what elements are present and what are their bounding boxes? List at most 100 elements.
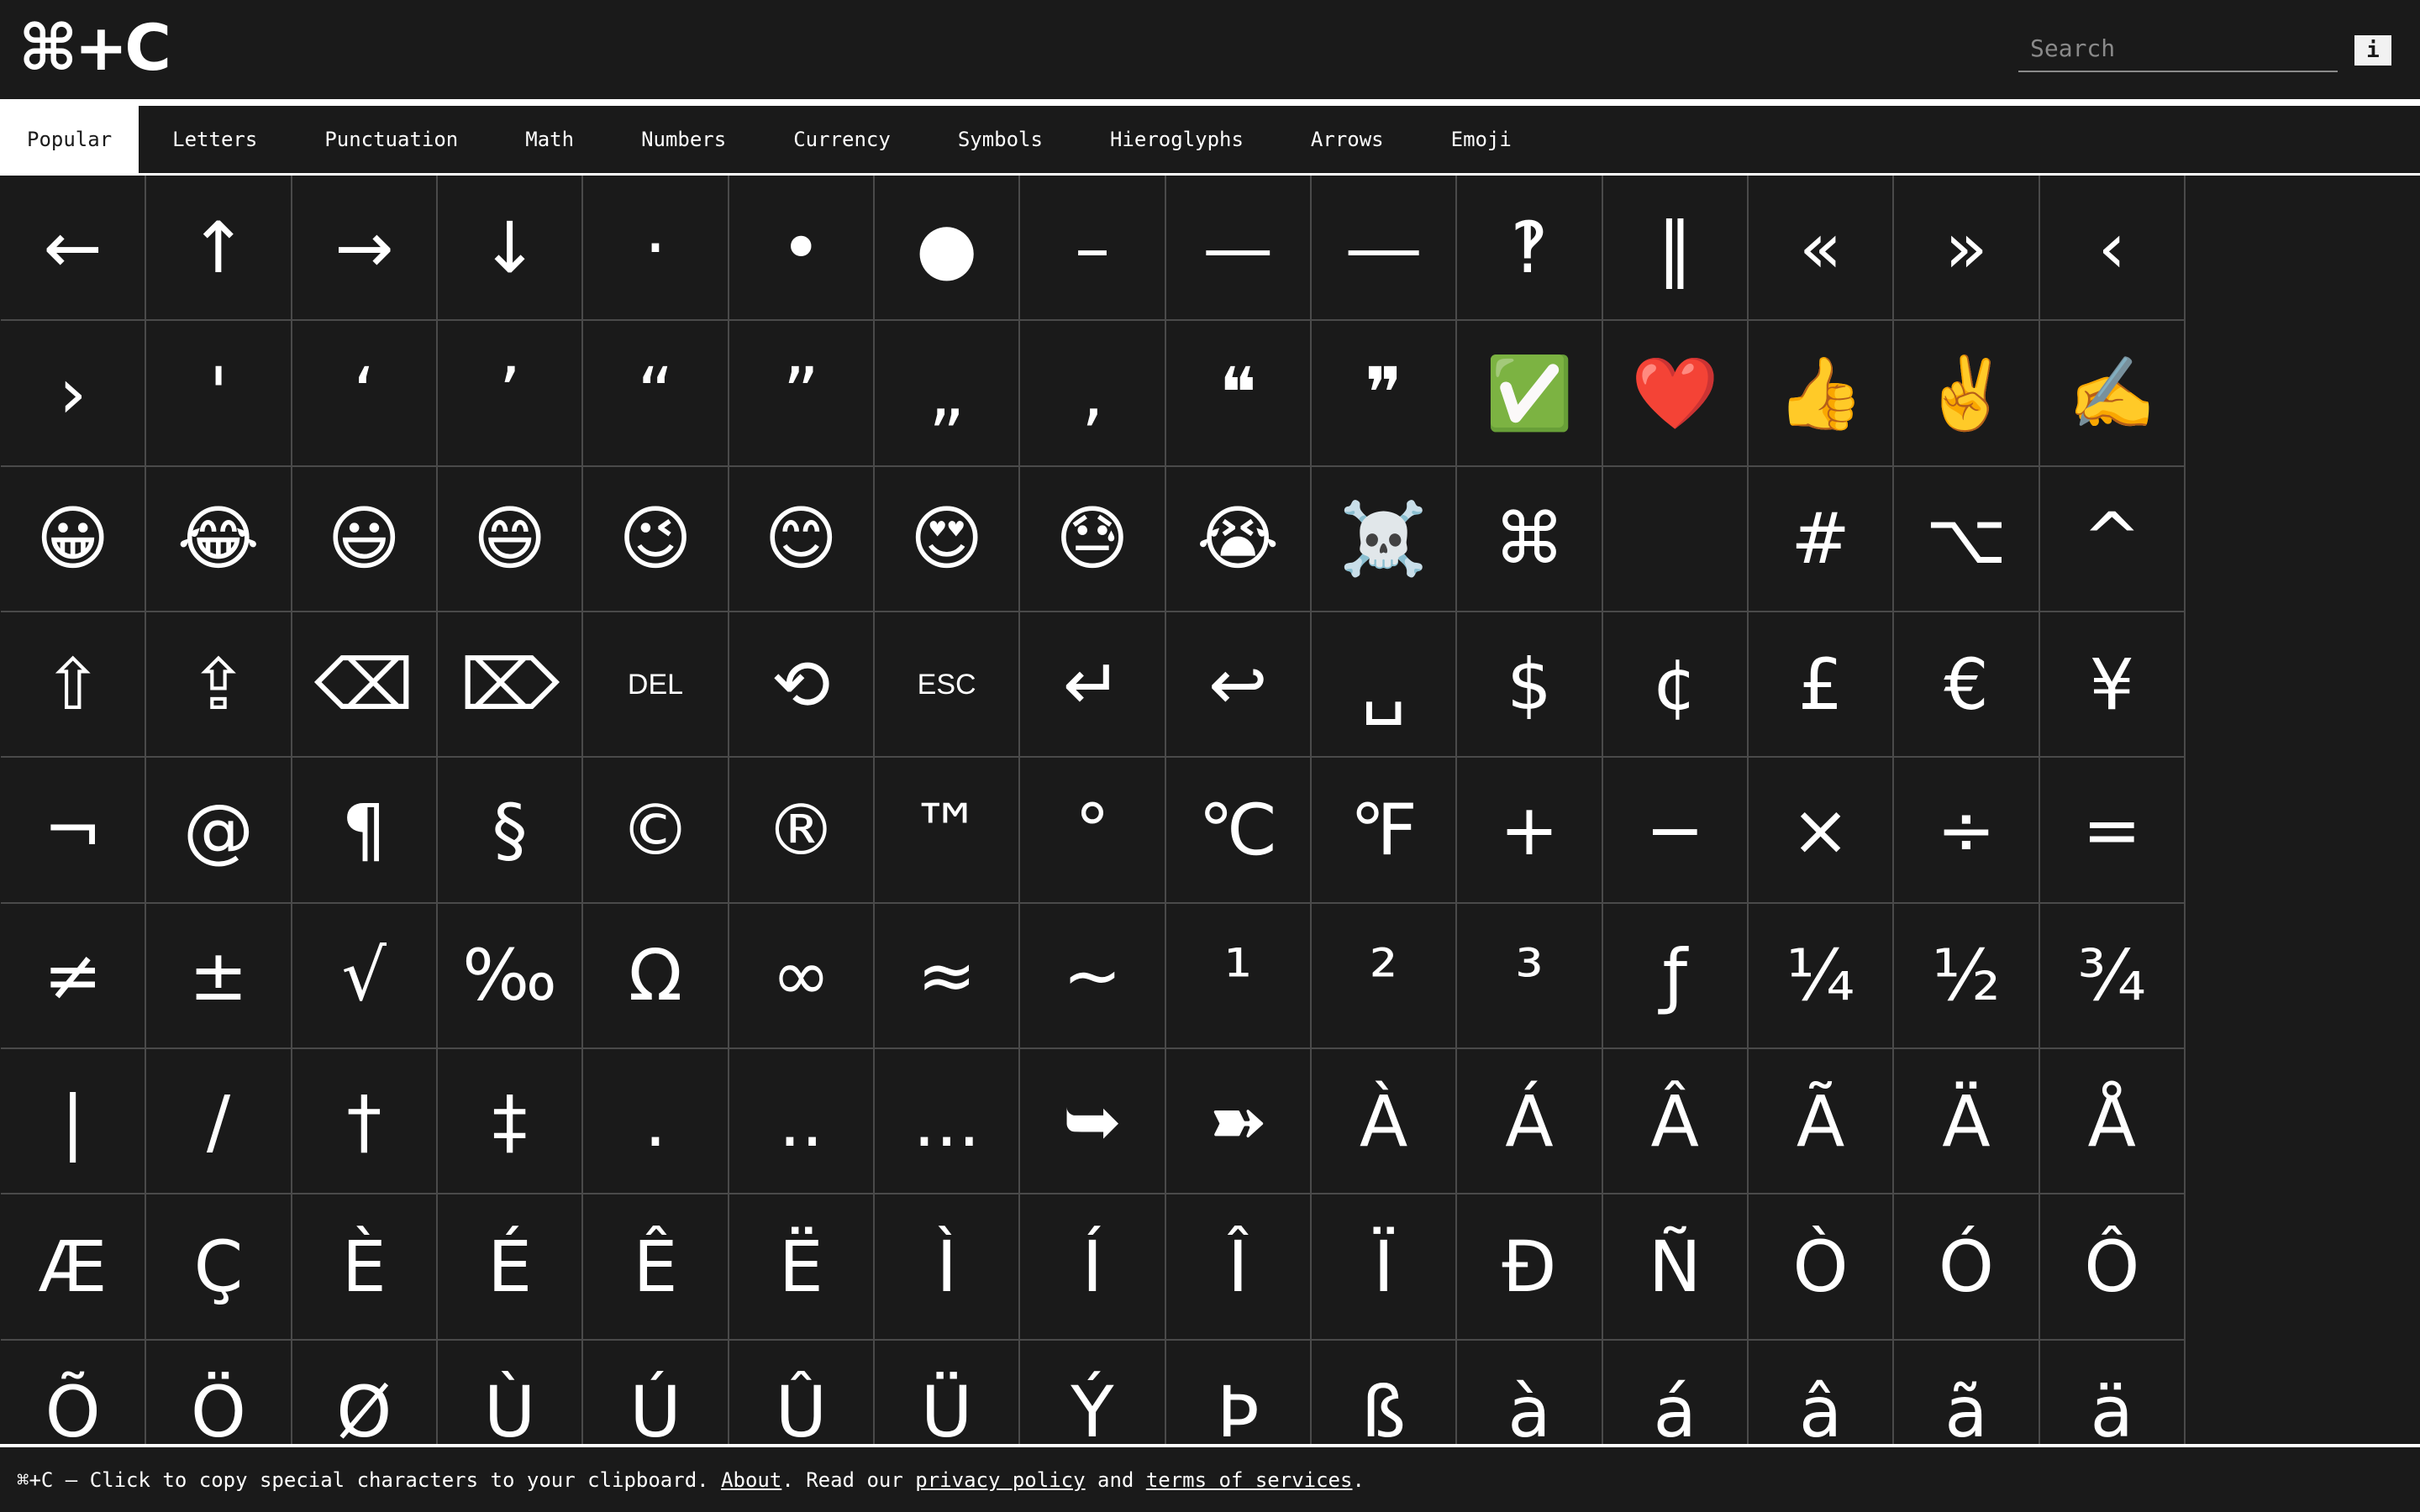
character-cell[interactable]: Ò — [1748, 1194, 1895, 1341]
character-cell[interactable]: ☠️ — [1311, 466, 1458, 612]
character-cell[interactable]: Í — [1020, 1194, 1166, 1341]
character-cell[interactable]: Î — [1165, 1194, 1312, 1341]
character-cell[interactable]: © — [583, 758, 729, 904]
privacy-policy-link[interactable]: privacy policy — [915, 1468, 1085, 1492]
character-cell[interactable]: ↩ — [1165, 612, 1312, 759]
character-cell[interactable]: ESC — [874, 612, 1021, 759]
logo[interactable]: ⌘+C — [18, 10, 171, 86]
character-cell[interactable]: › — [1, 321, 147, 467]
character-cell[interactable]: ’ — [437, 321, 584, 467]
character-cell[interactable]: Å — [2039, 1048, 2186, 1195]
character-cell[interactable]: • — [729, 176, 875, 322]
character-cell[interactable]: ‹ — [2039, 176, 2186, 322]
character-cell[interactable]: Ë — [729, 1194, 875, 1341]
character-cell[interactable]: ¾ — [2039, 903, 2186, 1049]
character-cell[interactable]: ƒ — [1602, 903, 1749, 1049]
character-cell[interactable]: 😂 — [146, 466, 292, 612]
character-cell[interactable]: ã — [1894, 1340, 2040, 1444]
character-cell[interactable]: ¬ — [1, 758, 147, 904]
character-cell[interactable]: ~ — [1020, 903, 1166, 1049]
tab-emoji[interactable]: Emoji — [1418, 106, 1545, 173]
character-cell[interactable]: Â — [1602, 1048, 1749, 1195]
character-cell[interactable]: ‘ — [292, 321, 438, 467]
character-cell[interactable]: ¶ — [292, 758, 438, 904]
character-cell[interactable]: Ω — [583, 903, 729, 1049]
character-cell[interactable]: ∞ — [729, 903, 875, 1049]
character-cell[interactable]: ⟲ — [729, 612, 875, 759]
tab-arrows[interactable]: Arrows — [1277, 106, 1418, 173]
character-cell[interactable]: ℉ — [1311, 758, 1458, 904]
character-cell[interactable]: ” — [729, 321, 875, 467]
character-cell[interactable]: Æ — [1, 1194, 147, 1341]
character-cell[interactable]: ✅ — [1457, 321, 1603, 467]
character-cell[interactable]: ― — [1311, 176, 1458, 322]
character-cell[interactable]: ¼ — [1748, 903, 1895, 1049]
character-cell[interactable]: ‚ — [1020, 321, 1166, 467]
about-link[interactable]: About — [721, 1468, 781, 1492]
character-cell[interactable]: ⌘ — [1457, 466, 1603, 612]
character-cell[interactable]: ‽ — [1457, 176, 1603, 322]
character-cell[interactable]: Ô — [2039, 1194, 2186, 1341]
search-input[interactable] — [2018, 25, 2338, 72]
character-cell[interactable]: Ý — [1020, 1340, 1166, 1444]
character-cell[interactable]: ⌫ — [292, 612, 438, 759]
character-cell[interactable]: À — [1311, 1048, 1458, 1195]
character-cell[interactable]: ä — [2040, 1340, 2186, 1444]
character-cell[interactable]: † — [292, 1048, 438, 1195]
tab-popular[interactable]: Popular — [0, 106, 139, 173]
character-cell[interactable]: / — [146, 1048, 292, 1195]
info-button[interactable]: i — [2354, 35, 2391, 66]
character-cell[interactable]: Ö — [146, 1340, 292, 1444]
character-cell[interactable]: Û — [729, 1340, 875, 1444]
character-cell[interactable]: → — [292, 176, 438, 322]
character-cell[interactable]: ➥ — [1020, 1048, 1166, 1195]
character-cell[interactable]: DEL — [583, 612, 729, 759]
character-cell[interactable]: ⇪ — [146, 612, 292, 759]
character-cell[interactable]: Ð — [1457, 1194, 1603, 1341]
character-cell[interactable]: ... — [874, 1048, 1021, 1195]
character-cell[interactable]: = — [2039, 758, 2186, 904]
character-cell[interactable]: 😓 — [1020, 466, 1166, 612]
character-cell[interactable]: ✍️ — [2039, 321, 2186, 467]
character-cell[interactable]: ‡ — [437, 1048, 584, 1195]
character-cell[interactable]: ³ — [1457, 903, 1603, 1049]
character-cell[interactable]: « — [1748, 176, 1895, 322]
character-cell[interactable]: ← — [1, 176, 147, 322]
character-cell[interactable]: Õ — [1, 1340, 147, 1444]
character-cell[interactable]: Ï — [1311, 1194, 1458, 1341]
character-cell[interactable]: ¹ — [1165, 903, 1312, 1049]
character-cell[interactable]: » — [1894, 176, 2040, 322]
character-cell[interactable]: Ç — [146, 1194, 292, 1341]
character-cell[interactable]: ⌥ — [1894, 466, 2040, 612]
character-cell[interactable]: Ä — [1894, 1048, 2040, 1195]
character-cell[interactable]: ↓ — [437, 176, 584, 322]
character-cell[interactable]: 😃 — [292, 466, 438, 612]
character-cell[interactable]: ± — [146, 903, 292, 1049]
character-cell[interactable]: € — [1894, 612, 2040, 759]
character-cell[interactable]: | — [1, 1048, 147, 1195]
character-cell[interactable]: ‖ — [1602, 176, 1749, 322]
tab-math[interactable]: Math — [492, 106, 608, 173]
character-cell[interactable]: . — [583, 1048, 729, 1195]
character-cell[interactable]: ↑ — [146, 176, 292, 322]
character-cell[interactable]: È — [292, 1194, 438, 1341]
character-cell[interactable]: ℃ — [1165, 758, 1312, 904]
character-cell[interactable]: ➽ — [1165, 1048, 1312, 1195]
character-cell[interactable]: 😄 — [437, 466, 584, 612]
character-cell[interactable]: ‰ — [437, 903, 584, 1049]
character-cell[interactable]: 😀 — [1, 466, 147, 612]
character-cell[interactable]: ⌦ — [437, 612, 584, 759]
character-cell[interactable]: — — [1165, 176, 1312, 322]
character-cell[interactable]: · — [583, 176, 729, 322]
character-cell[interactable]: “ — [583, 321, 729, 467]
character-cell[interactable]: ↵ — [1020, 612, 1166, 759]
character-cell[interactable]: @ — [146, 758, 292, 904]
character-cell[interactable]: 😍 — [874, 466, 1021, 612]
character-cell[interactable]: ❝ — [1165, 321, 1312, 467]
tab-symbols[interactable]: Symbols — [924, 106, 1076, 173]
character-cell[interactable]: £ — [1748, 612, 1895, 759]
character-cell[interactable]: Ù — [438, 1340, 584, 1444]
character-cell[interactable]: ° — [1020, 758, 1166, 904]
tab-numbers[interactable]: Numbers — [608, 106, 760, 173]
character-cell[interactable]: √ — [292, 903, 438, 1049]
